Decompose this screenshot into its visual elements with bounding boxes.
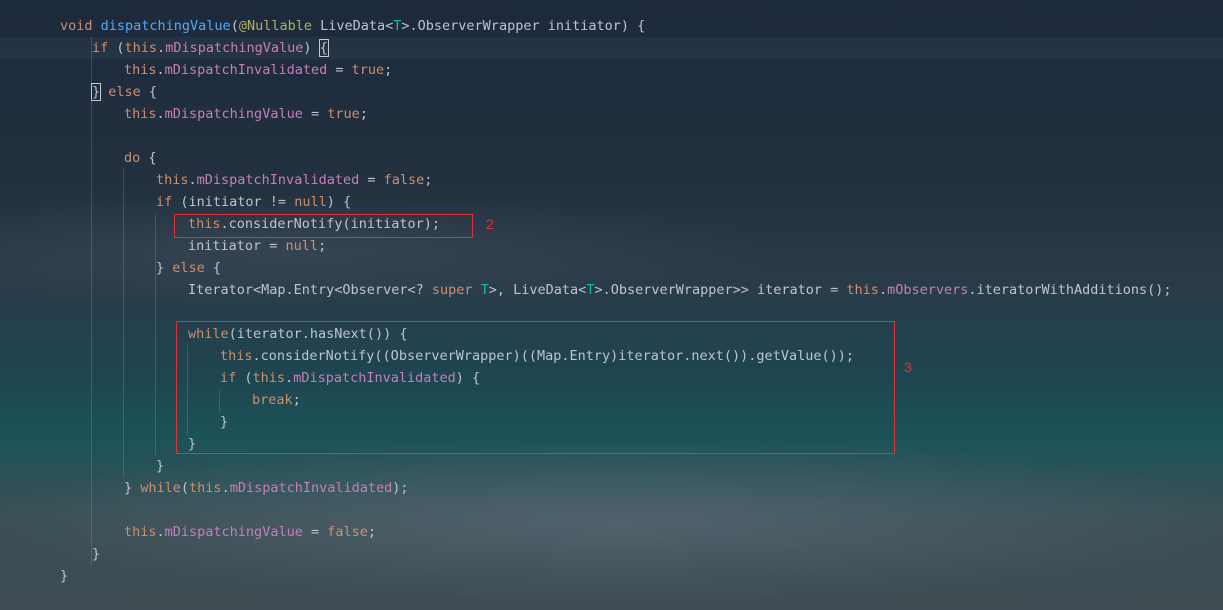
indent-guide xyxy=(91,37,92,565)
code-line[interactable]: do { xyxy=(124,147,157,169)
highlight-box-3 xyxy=(176,321,895,454)
code-editor[interactable]: void dispatchingValue(@Nullable LiveData… xyxy=(0,0,1223,610)
code-token: } xyxy=(92,546,101,562)
code-token: false xyxy=(327,524,368,540)
code-token: >.ObserverWrapper initiator) { xyxy=(401,18,646,34)
code-token: ( xyxy=(180,480,190,496)
code-token: ; xyxy=(318,238,327,254)
code-token: if xyxy=(156,194,173,210)
code-token: this xyxy=(846,282,879,298)
indent-guide xyxy=(123,169,124,477)
code-token: { xyxy=(204,260,222,276)
code-token: super xyxy=(431,282,473,298)
code-token: ) { xyxy=(326,194,352,210)
code-token: void xyxy=(60,18,101,34)
code-token: ( xyxy=(230,18,239,34)
code-token: >, LiveData< xyxy=(488,282,587,298)
code-token: mDispatchInvalidated xyxy=(164,62,328,78)
code-token: } xyxy=(156,260,173,276)
code-token: . xyxy=(156,106,165,122)
code-token: dispatchingValue xyxy=(100,18,231,34)
code-token: this xyxy=(124,106,157,122)
code-token: } xyxy=(60,568,69,584)
code-token: { xyxy=(318,39,329,57)
code-token: @Nullable xyxy=(238,18,312,34)
code-line[interactable]: Iterator<Map.Entry<Observer<? super T>, … xyxy=(188,279,1172,301)
code-token: initiator = xyxy=(188,238,286,254)
code-token: = xyxy=(302,106,328,122)
code-token: (initiator != xyxy=(172,194,295,210)
code-line[interactable]: void dispatchingValue(@Nullable LiveData… xyxy=(60,15,645,37)
code-token: mObservers xyxy=(887,282,969,298)
code-token: >.ObserverWrapper>> iterator = xyxy=(594,282,847,298)
highlight-box-2 xyxy=(174,214,473,238)
code-token: mDispatchingValue xyxy=(165,40,304,56)
code-line[interactable]: if (initiator != null) { xyxy=(156,191,351,213)
code-line[interactable]: initiator = null; xyxy=(188,235,326,257)
code-token: this xyxy=(124,62,157,78)
highlight-label-3: 3 xyxy=(904,359,912,375)
code-token: mDispatchingValue xyxy=(164,524,303,540)
code-token: LiveData< xyxy=(311,18,394,34)
code-token: do xyxy=(124,150,141,166)
code-token: Iterator<Map.Entry<Observer<? xyxy=(188,282,432,298)
code-token: this xyxy=(189,480,222,496)
code-token: ; xyxy=(384,62,393,78)
code-token: if xyxy=(92,40,117,56)
code-line[interactable]: if (this.mDispatchingValue) { xyxy=(92,37,329,59)
code-token: else xyxy=(100,84,141,100)
code-token: false xyxy=(383,172,425,188)
code-line[interactable]: } else { xyxy=(90,81,158,103)
code-token: . xyxy=(188,172,197,188)
code-token: mDispatchInvalidated xyxy=(229,480,393,496)
code-line[interactable]: this.mDispatchingValue = false; xyxy=(124,521,376,543)
code-line[interactable]: } xyxy=(92,543,100,565)
code-token: ; xyxy=(367,524,376,540)
indent-guide xyxy=(155,213,156,455)
code-line[interactable]: this.mDispatchInvalidated = false; xyxy=(156,169,432,191)
code-token: = xyxy=(302,524,328,540)
code-token: ; xyxy=(424,172,433,188)
code-token: } xyxy=(156,458,165,474)
code-token: ); xyxy=(392,480,409,496)
code-token: . xyxy=(221,480,230,496)
code-token: } xyxy=(90,83,102,101)
code-token: null xyxy=(294,194,327,210)
code-line[interactable]: this.mDispatchInvalidated = true; xyxy=(124,59,392,81)
code-line[interactable]: } else { xyxy=(156,257,221,279)
code-token: mDispatchInvalidated xyxy=(196,172,360,188)
code-token: this xyxy=(124,40,158,56)
code-line[interactable]: this.mDispatchingValue = true; xyxy=(124,103,368,125)
code-token: ( xyxy=(116,40,125,56)
code-token: else xyxy=(172,260,205,276)
code-token: this xyxy=(156,172,189,188)
code-token: = xyxy=(359,172,384,188)
code-token: mDispatchingValue xyxy=(164,106,303,122)
code-line[interactable]: } xyxy=(60,565,68,587)
code-token: .iteratorWithAdditions(); xyxy=(968,282,1172,298)
code-token: . xyxy=(157,40,166,56)
code-token: . xyxy=(156,524,165,540)
code-line[interactable]: } xyxy=(156,455,164,477)
highlight-label-2: 2 xyxy=(486,216,494,232)
code-token: null xyxy=(285,238,319,254)
code-token: } xyxy=(124,480,141,496)
code-token: true xyxy=(327,106,360,122)
code-token: ) xyxy=(303,40,320,56)
code-token: = xyxy=(327,62,352,78)
code-token: . xyxy=(156,62,165,78)
code-token: while xyxy=(140,480,181,496)
code-token: this xyxy=(124,524,157,540)
code-token: true xyxy=(351,62,385,78)
code-token: T xyxy=(480,282,489,298)
code-token: . xyxy=(878,282,888,298)
code-token: { xyxy=(140,150,157,166)
code-line[interactable]: } while(this.mDispatchInvalidated); xyxy=(124,477,409,499)
code-token: ; xyxy=(359,106,368,122)
code-token: { xyxy=(140,84,158,100)
